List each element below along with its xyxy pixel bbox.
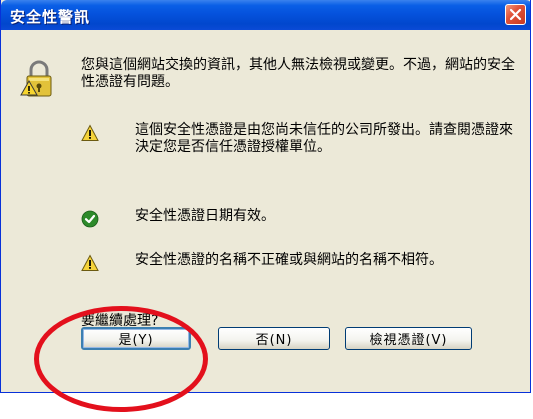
dialog-title: 安全性警訊 [10,8,91,26]
item-text: 安全性憑證日期有效。 [135,208,275,224]
warning-icon [81,124,99,141]
close-button[interactable] [505,4,526,25]
no-button[interactable]: 否(N) [218,327,330,350]
dialog-message: 您與這個網站交換的資訊，其他人無法檢視或變更。不過，網站的安全性憑證有問題。 [81,57,515,90]
item-text: 這個安全性憑證是由您尚未信任的公司所發出。請查閱憑證來決定您是否信任憑證授權單位… [135,122,513,155]
close-icon [509,8,522,21]
yes-button[interactable]: 是(Y) [81,327,191,350]
title-bar[interactable]: 安全性警訊 [1,0,530,30]
security-alert-dialog: 安全性警訊 您與這個網站交換的資訊，其他人無法檢視或變更。不過，網站的安全性憑證… [0,0,531,393]
item-text: 安全性憑證的名稱不正確或與網站的名稱不相符。 [135,252,443,268]
warning-icon [81,254,99,271]
check-icon [81,210,99,228]
view-certificate-button[interactable]: 檢視憑證(V) [345,327,472,350]
padlock-warning-icon [20,60,52,97]
